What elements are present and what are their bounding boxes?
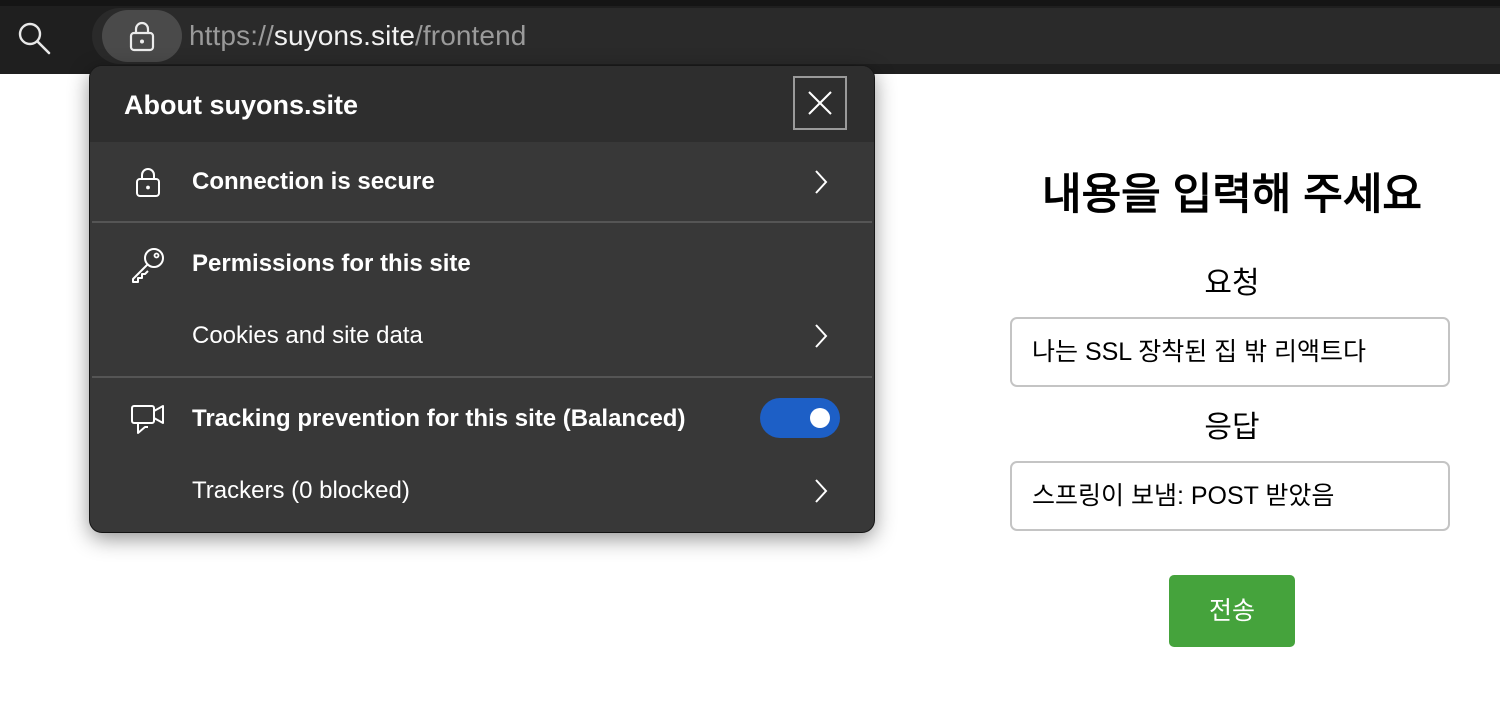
toolbar-top-edge <box>0 0 1500 6</box>
url-text[interactable]: https://suyons.site/frontend <box>189 18 526 54</box>
connection-secure-label: Connection is secure <box>192 168 435 195</box>
response-output[interactable]: 스프링이 보냄: POST 받았음 <box>1010 461 1450 531</box>
permissions-row: Permissions for this site <box>90 224 874 304</box>
key-icon <box>128 244 168 284</box>
divider <box>92 376 872 378</box>
lock-icon <box>128 20 156 52</box>
toggle-knob <box>810 408 830 428</box>
connection-secure-row[interactable]: Connection is secure <box>90 144 874 220</box>
url-host: suyons.site <box>273 20 416 51</box>
cookies-row[interactable]: Cookies and site data <box>90 304 874 376</box>
close-icon <box>806 89 834 117</box>
trackers-row[interactable]: Trackers (0 blocked) <box>90 459 874 531</box>
chevron-right-icon <box>810 321 832 351</box>
url-path: /frontend <box>415 20 527 51</box>
permissions-label: Permissions for this site <box>192 250 471 277</box>
chevron-right-icon <box>810 476 832 506</box>
submit-button[interactable]: 전송 <box>1169 575 1295 647</box>
site-info-button[interactable] <box>102 10 182 62</box>
request-label: 요청 <box>1204 267 1260 300</box>
site-info-popup: About suyons.site Connection is secure P… <box>90 66 874 532</box>
page-title: 내용을 입력해 주세요 <box>1042 171 1422 219</box>
tracking-prevention-row: Tracking prevention for this site (Balan… <box>90 379 874 459</box>
tracking-prevention-label: Tracking prevention for this site (Balan… <box>192 405 686 432</box>
url-scheme: https:// <box>189 20 274 51</box>
cookies-label: Cookies and site data <box>192 322 423 349</box>
chevron-right-icon <box>810 167 832 197</box>
lock-icon <box>128 162 168 202</box>
response-label: 응답 <box>1204 411 1260 444</box>
popup-title: About suyons.site <box>124 90 359 120</box>
tracking-prevention-toggle[interactable] <box>760 398 840 438</box>
divider <box>92 221 872 223</box>
trackers-label: Trackers (0 blocked) <box>192 477 410 504</box>
tracking-icon <box>128 399 168 439</box>
search-icon <box>16 20 52 56</box>
close-button[interactable] <box>793 76 847 130</box>
search-button[interactable] <box>14 18 54 58</box>
request-input[interactable]: 나는 SSL 장착된 집 밖 리액트다 <box>1010 317 1450 387</box>
